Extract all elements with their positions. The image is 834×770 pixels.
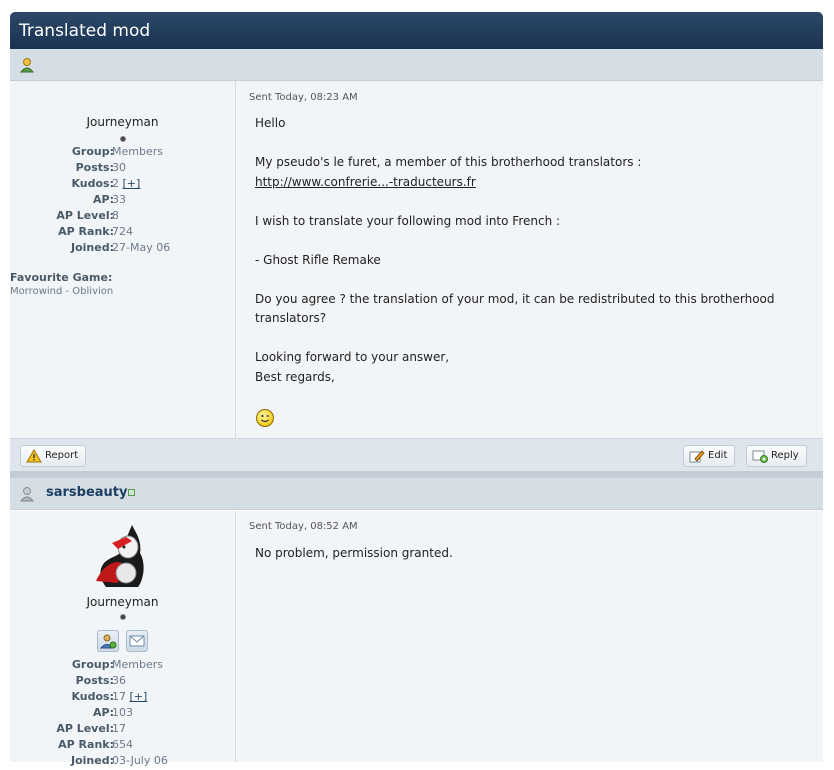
favourite-game-value: Morrowind - Oblivion <box>10 286 114 297</box>
post2-body: Journeyman Group: Members Posts: 36 Kudos:… <box>10 511 823 767</box>
reply-icon <box>752 449 768 471</box>
info-ap-rank: AP Rank: 654 <box>58 738 133 751</box>
message-line: Looking forward to your answer, <box>255 350 450 364</box>
post1-action-bar: Report Edit Reply <box>10 438 823 471</box>
message-line <box>255 270 795 290</box>
message-line <box>255 134 795 154</box>
post1-message: Hello My pseudo's le furet, a member of … <box>255 114 795 387</box>
message-line: translators? <box>255 311 327 325</box>
author-name-link[interactable]: sarsbeauty <box>46 485 128 500</box>
info-kudos: Kudos: 17 [+] <box>71 690 148 703</box>
post1-sent-date: Sent Today, 08:23 AM <box>249 92 358 103</box>
column-divider <box>235 511 236 762</box>
info-joined: Joined: 03-July 06 <box>71 754 168 767</box>
post2-sent-date: Sent Today, 08:52 AM <box>249 521 358 532</box>
message-line: Do you agree ? the translation of your m… <box>255 291 775 306</box>
wink-smiley-icon <box>256 409 274 427</box>
author-rank: Journeyman <box>86 595 159 609</box>
message-line: I wish to translate your following mod i… <box>255 213 561 228</box>
info-ap-level: AP Level: 17 <box>56 722 126 735</box>
edit-icon <box>689 449 705 471</box>
info-joined: Joined: 27-May 06 <box>71 241 171 254</box>
add-friend-icon <box>99 634 117 649</box>
message-line <box>255 329 795 349</box>
profile-link-icon[interactable] <box>128 489 135 496</box>
user-icon <box>19 57 35 76</box>
rank-pip <box>120 136 126 142</box>
info-posts: Posts: 36 <box>75 674 126 687</box>
message-line <box>255 192 795 212</box>
avatar-image <box>92 523 154 592</box>
reply-button[interactable]: Reply <box>746 445 807 467</box>
add-friend-button[interactable] <box>97 630 119 652</box>
message-line: Hello <box>255 116 286 130</box>
topic-header: Translated mod <box>10 12 823 49</box>
info-group: Group: Members <box>71 145 163 158</box>
message-line: Best regards, <box>255 369 335 384</box>
info-ap-level: AP Level: 8 <box>56 209 119 222</box>
author-rank: Journeyman <box>86 115 159 129</box>
message-icon <box>129 635 145 647</box>
post-separator <box>10 471 823 478</box>
post1-author-bar <box>10 49 823 81</box>
kudos-plus-link[interactable]: [+] <box>130 690 148 703</box>
info-ap: AP: 33 <box>93 193 126 206</box>
column-divider <box>235 81 236 438</box>
info-group: Group: Members <box>71 658 163 671</box>
info-kudos: Kudos: 2 [+] <box>71 177 141 190</box>
edit-button[interactable]: Edit <box>683 445 736 467</box>
info-posts: Posts: 30 <box>75 161 126 174</box>
kudos-plus-link[interactable]: [+] <box>123 177 141 190</box>
message-line: My pseudo's le furet, a member of this b… <box>255 155 642 169</box>
favourite-game-label: Favourite Game: <box>10 271 113 284</box>
topic-title: Translated mod <box>19 21 151 41</box>
send-message-button[interactable] <box>126 630 148 652</box>
rank-pip <box>120 614 126 620</box>
post2-message: No problem, permission granted. <box>255 546 453 560</box>
message-line <box>255 231 795 251</box>
message-line: - Ghost Rifle Remake <box>255 252 381 267</box>
post1-body: Journeyman Group: Members Posts: 30 Kudos:… <box>10 81 823 438</box>
confrerie-link[interactable]: http://www.confrerie...-traducteurs.fr <box>255 175 476 189</box>
report-button[interactable]: Report <box>20 445 87 467</box>
info-ap-rank: AP Rank: 724 <box>58 225 133 238</box>
info-ap: AP: 103 <box>93 706 133 719</box>
post2-author-bar: sarsbeauty <box>10 478 823 510</box>
report-icon <box>26 449 42 471</box>
user-offline-icon <box>19 486 35 505</box>
